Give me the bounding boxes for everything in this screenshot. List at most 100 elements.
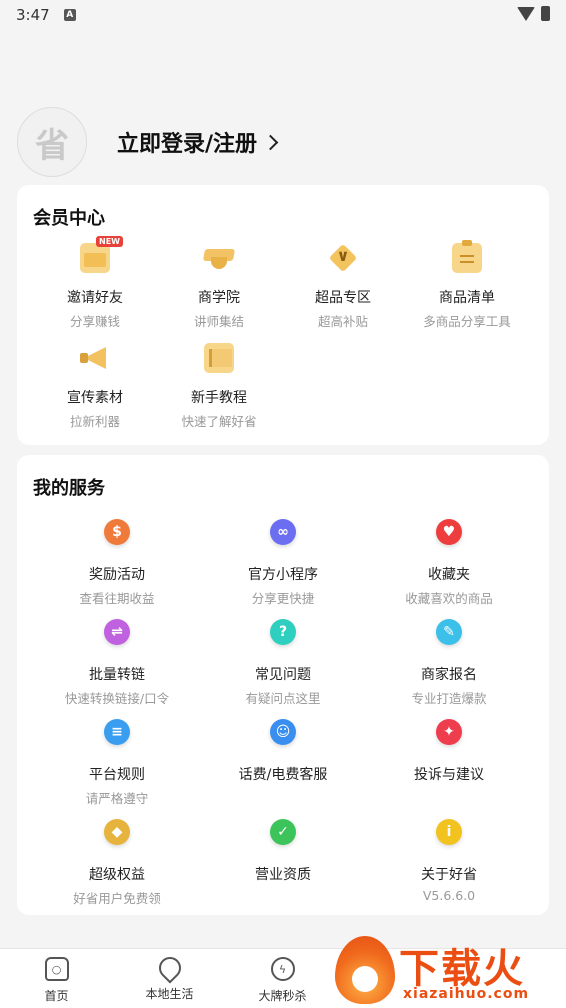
service-icon-wrap: i [436,812,462,852]
service-item[interactable]: ✦ 投诉与建议 [366,712,532,808]
tile-subtitle: 收藏喜欢的商品 [405,591,493,606]
service-item[interactable]: ? 常见问题有疑问点这里 [200,612,366,708]
member-icon-wrap: NEW [80,236,123,275]
tile-title: 商学院 [198,290,240,306]
service-grid: $ 奖励活动 查看往期收益 ∞ 官方小程序 分享更快捷 ♥ 收藏夹 收藏喜欢的商品 ⇌ 批量转链 快速… [17,512,549,908]
nav-label: 大牌秒杀 [258,989,307,1003]
service-icon-wrap: ✎ [436,612,462,652]
service-item[interactable]: i 关于好省 V5.6.6.0 [366,812,532,908]
tile-subtitle: 有疑问点这里 [245,691,321,706]
money-bag-icon: $ [104,519,130,545]
watermark-logo: 下载火 xiazaihuo.com [335,930,566,1008]
tile-title: 收藏夹 [428,567,470,583]
service-icon-wrap: ♥ [436,512,462,552]
tile-title: 新手教程 [191,390,247,406]
service-item[interactable]: ✎ 商家报名专业打造爆款 [366,612,532,708]
verified-icon: ✓ [270,819,296,845]
member-icon-wrap [80,340,110,375]
service-item[interactable]: ≡ 平台规则请严格遵守 [34,712,200,808]
service-item[interactable]: ♥ 收藏夹收藏喜欢的商品 [366,512,532,608]
watermark-url: xiazaihuo.com [403,986,530,1002]
service-icon-wrap: $ [104,512,130,552]
service-icon-wrap: ? [270,612,296,652]
book-icon [204,342,234,373]
member-item-promo-material[interactable]: 宣传素材 拉新利器 [33,340,157,430]
member-item-product-list[interactable]: 商品清单 多商品分享工具 [405,239,529,330]
member-center-grid: NEW 邀请好友 分享赚钱 商学院 讲师集结 超品专区 超高补贴 商品清单 多商… [17,236,549,430]
service-icon-wrap: ⇌ [104,612,130,652]
tile-title: 邀请好友 [67,290,123,306]
member-center-card: 会员中心 NEW 邀请好友 分享赚钱 商学院 讲师集结 超品专区 超高补贴 商品… [17,185,549,445]
graduation-cap-icon [204,243,234,273]
tile-subtitle: 分享更快捷 [251,591,315,606]
tile-title: 超品专区 [315,290,371,306]
service-item[interactable]: ✓ 营业资质 [200,812,366,908]
nav-label: 首页 [44,989,69,1003]
my-services-card: 我的服务 $ 奖励活动 查看往期收益 ∞ 官方小程序 分享更快捷 ♥ 收藏夹 收藏喜欢的商品 ⇌ 批… [17,455,549,915]
tile-title: 奖励活动 [89,567,145,583]
service-item[interactable]: ☺ 话费/电费客服 [200,712,366,808]
member-icon-wrap [204,240,234,275]
service-icon-wrap: ∞ [270,512,296,552]
tile-title: 常见问题 [255,667,311,683]
nav-flash-sale[interactable]: ϟ 大牌秒杀 [226,949,339,1008]
tile-subtitle: 讲师集结 [193,314,244,329]
new-badge: NEW [96,236,123,247]
tile-title: 超级权益 [89,867,145,883]
status-bar: 3:47 A [0,0,566,30]
service-icon-wrap: ✓ [270,812,296,852]
nav-home[interactable]: ○ 首页 [0,949,113,1008]
pencil-icon: ✎ [436,619,462,645]
tile-title: 关于好省 [421,867,477,883]
tile-title: 营业资质 [255,867,311,883]
member-item-tutorial[interactable]: 新手教程 快速了解好省 [157,340,281,430]
service-item[interactable]: ⇌ 批量转链 快速转换链接/口令 [34,612,200,708]
link-icon: ∞ [270,519,296,545]
login-row[interactable]: 省 立即登录/注册 [17,106,279,178]
member-item-premium-zone[interactable]: 超品专区 超高补贴 [281,240,405,330]
member-item-invite[interactable]: NEW 邀请好友 分享赚钱 [33,236,157,330]
tile-subtitle: 分享赚钱 [69,314,120,329]
tile-title: 宣传素材 [67,390,123,406]
nav-local-life[interactable]: 本地生活 [113,949,226,1008]
question-icon: ? [270,619,296,645]
nav-label: 本地生活 [145,987,194,1001]
swap-icon: ⇌ [104,619,130,645]
member-item-academy[interactable]: 商学院 讲师集结 [157,240,281,330]
wifi-icon [517,6,535,21]
status-time: 3:47 [16,6,50,24]
my-services-title: 我的服务 [33,478,105,499]
tile-title: 商品清单 [439,290,495,306]
tile-subtitle: 专业打造爆款 [411,691,487,706]
info-icon: i [436,819,462,845]
tile-subtitle: 快速转换链接/口令 [64,691,170,706]
tile-title: 话费/电费客服 [238,767,328,783]
tile-subtitle: 多商品分享工具 [423,314,511,329]
megaphone-icon [80,343,110,373]
service-icon-wrap: ◆ [104,812,130,852]
service-icon-wrap: ✦ [436,712,462,752]
tile-title: 商家报名 [421,667,477,683]
login-register-link[interactable]: 立即登录/注册 [117,126,279,158]
service-item[interactable]: ◆ 超级权益 好省用户免费领 [34,812,200,908]
tile-subtitle: 请严格遵守 [85,791,149,806]
notification-icon: A [63,9,76,21]
service-item[interactable]: $ 奖励活动 查看往期收益 [34,512,200,608]
tile-title: 官方小程序 [248,567,318,583]
tile-title: 投诉与建议 [414,767,484,783]
avatar[interactable]: 省 [17,107,87,177]
tile-subtitle: 拉新利器 [69,414,120,429]
tile-subtitle: 超高补贴 [317,314,368,329]
tile-subtitle: V5.6.6.0 [422,888,476,903]
heart-icon: ♥ [436,519,462,545]
service-item[interactable]: ∞ 官方小程序分享更快捷 [200,512,366,608]
member-icon-wrap [328,240,358,275]
login-label: 立即登录/注册 [117,132,258,157]
member-center-title: 会员中心 [33,208,105,229]
service-icon-wrap: ≡ [104,712,130,752]
tile-title: 平台规则 [89,767,145,783]
rules-doc-icon: ≡ [104,719,130,745]
member-icon-wrap [452,239,482,275]
chevron-right-icon [262,134,279,150]
service-icon-wrap: ☺ [270,712,296,752]
